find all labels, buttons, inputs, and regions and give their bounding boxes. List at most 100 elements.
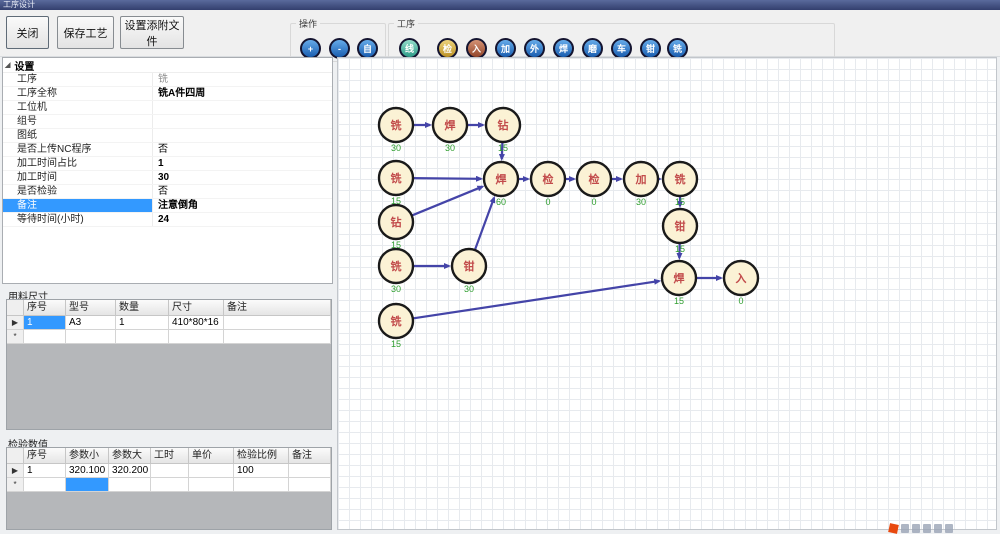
- process-type-button-加[interactable]: 加: [495, 38, 516, 59]
- table-cell[interactable]: 320.100: [66, 464, 109, 478]
- table-cell[interactable]: [24, 478, 66, 492]
- column-header[interactable]: 参数大: [109, 448, 151, 464]
- property-row[interactable]: 工位机: [3, 101, 332, 115]
- property-label: 组号: [3, 115, 153, 128]
- process-node-检[interactable]: 检0: [531, 162, 565, 207]
- property-value[interactable]: [153, 129, 332, 142]
- column-header[interactable]: 参数小: [66, 448, 109, 464]
- property-row[interactable]: 组号: [3, 115, 332, 129]
- table-cell[interactable]: [66, 330, 116, 344]
- process-node-焊[interactable]: 焊60: [484, 162, 518, 207]
- property-row[interactable]: 是否检验否: [3, 185, 332, 199]
- process-type-button-铣[interactable]: 铣: [667, 38, 688, 59]
- table-cell[interactable]: 1: [24, 464, 66, 478]
- table-cell[interactable]: 1: [116, 316, 169, 330]
- property-row[interactable]: 图纸: [3, 129, 332, 143]
- property-row[interactable]: 加工时间30: [3, 171, 332, 185]
- table-cell[interactable]: [151, 464, 189, 478]
- column-header[interactable]: 工时: [151, 448, 189, 464]
- process-node-加[interactable]: 加30: [624, 162, 658, 207]
- window-titlebar[interactable]: 工序设计: [0, 0, 1000, 10]
- property-value[interactable]: 否: [153, 143, 332, 156]
- column-header[interactable]: 序号: [24, 300, 66, 316]
- property-value[interactable]: 注意倒角: [153, 199, 332, 212]
- process-type-button-车[interactable]: 车: [611, 38, 632, 59]
- table-cell[interactable]: A3: [66, 316, 116, 330]
- column-header[interactable]: 单价: [189, 448, 234, 464]
- property-row[interactable]: 等待时间(小时)24: [3, 213, 332, 227]
- table-cell[interactable]: [169, 330, 224, 344]
- property-value[interactable]: [153, 115, 332, 128]
- column-header[interactable]: 序号: [24, 448, 66, 464]
- table-cell[interactable]: [116, 330, 169, 344]
- set-attachment-button[interactable]: 设置添附文件: [120, 16, 184, 49]
- table-cell[interactable]: [151, 478, 189, 492]
- process-node-钻[interactable]: 钻15: [486, 108, 520, 153]
- process-node-钳[interactable]: 钳15: [663, 209, 697, 254]
- property-row[interactable]: 加工时间占比1: [3, 157, 332, 171]
- property-label: 工序全称: [3, 87, 153, 100]
- process-diagram-canvas[interactable]: 铣30焊30钻15铣15焊60检0检0加30铣15钻15钳15铣30钳30焊15…: [337, 57, 997, 530]
- process-type-button-外[interactable]: 外: [524, 38, 545, 59]
- row-indicator[interactable]: *: [7, 478, 24, 492]
- column-header[interactable]: 数量: [116, 300, 169, 316]
- process-node-铣[interactable]: 铣15: [379, 161, 413, 206]
- process-node-钳[interactable]: 钳30: [452, 249, 486, 294]
- process-node-焊[interactable]: 焊30: [433, 108, 467, 153]
- operation-button-自[interactable]: 自: [357, 38, 378, 59]
- property-category-row[interactable]: ◢ 设置: [3, 58, 332, 73]
- operation-button--[interactable]: -: [329, 38, 350, 59]
- property-value[interactable]: 铣A件四周: [153, 87, 332, 100]
- column-header[interactable]: 尺寸: [169, 300, 224, 316]
- process-type-button-钳[interactable]: 钳: [640, 38, 661, 59]
- process-node-铣[interactable]: 铣15: [663, 162, 697, 207]
- process-type-button-线[interactable]: 线: [399, 38, 420, 59]
- property-value[interactable]: 24: [153, 213, 332, 226]
- table-cell[interactable]: [224, 330, 331, 344]
- close-button[interactable]: 关闭: [6, 16, 49, 49]
- process-type-button-入[interactable]: 入: [466, 38, 487, 59]
- process-type-button-磨[interactable]: 磨: [582, 38, 603, 59]
- process-type-button-检[interactable]: 检: [437, 38, 458, 59]
- process-node-铣[interactable]: 铣30: [379, 249, 413, 294]
- property-value[interactable]: 铣: [153, 73, 332, 86]
- operation-button-+[interactable]: +: [300, 38, 321, 59]
- process-node-焊[interactable]: 焊15: [662, 261, 696, 306]
- process-node-铣[interactable]: 铣15: [379, 304, 413, 349]
- row-indicator[interactable]: *: [7, 330, 24, 344]
- property-value[interactable]: 30: [153, 171, 332, 184]
- property-row[interactable]: 工序全称铣A件四周: [3, 87, 332, 101]
- node-label: 焊: [674, 271, 685, 285]
- table-cell[interactable]: [24, 330, 66, 344]
- column-header[interactable]: 备注: [224, 300, 331, 316]
- table-cell[interactable]: 410*80*16: [169, 316, 224, 330]
- column-header[interactable]: 型号: [66, 300, 116, 316]
- table-cell[interactable]: [189, 478, 234, 492]
- property-row[interactable]: 工序铣: [3, 73, 332, 87]
- table-cell[interactable]: [224, 316, 331, 330]
- column-header[interactable]: 检验比例: [234, 448, 289, 464]
- row-indicator[interactable]: ▶: [7, 464, 24, 478]
- table-cell[interactable]: [109, 478, 151, 492]
- table-cell[interactable]: [234, 478, 289, 492]
- property-value[interactable]: 1: [153, 157, 332, 170]
- table-cell[interactable]: 320.200: [109, 464, 151, 478]
- property-value[interactable]: [153, 101, 332, 114]
- property-row[interactable]: 备注注意倒角: [3, 199, 332, 213]
- column-header[interactable]: 备注: [289, 448, 331, 464]
- table-cell[interactable]: [289, 478, 331, 492]
- process-node-入[interactable]: 入0: [724, 261, 758, 306]
- save-process-button[interactable]: 保存工艺: [57, 16, 114, 49]
- process-type-button-焊[interactable]: 焊: [553, 38, 574, 59]
- table-cell[interactable]: 1: [24, 316, 66, 330]
- table-cell[interactable]: [289, 464, 331, 478]
- property-row[interactable]: 是否上传NC程序否: [3, 143, 332, 157]
- process-node-检[interactable]: 检0: [577, 162, 611, 207]
- table-cell[interactable]: [189, 464, 234, 478]
- row-indicator[interactable]: ▶: [7, 316, 24, 330]
- property-value[interactable]: 否: [153, 185, 332, 198]
- process-node-钻[interactable]: 钻15: [379, 205, 413, 250]
- process-node-铣[interactable]: 铣30: [379, 108, 413, 153]
- table-cell[interactable]: 100: [234, 464, 289, 478]
- table-cell[interactable]: [66, 478, 109, 492]
